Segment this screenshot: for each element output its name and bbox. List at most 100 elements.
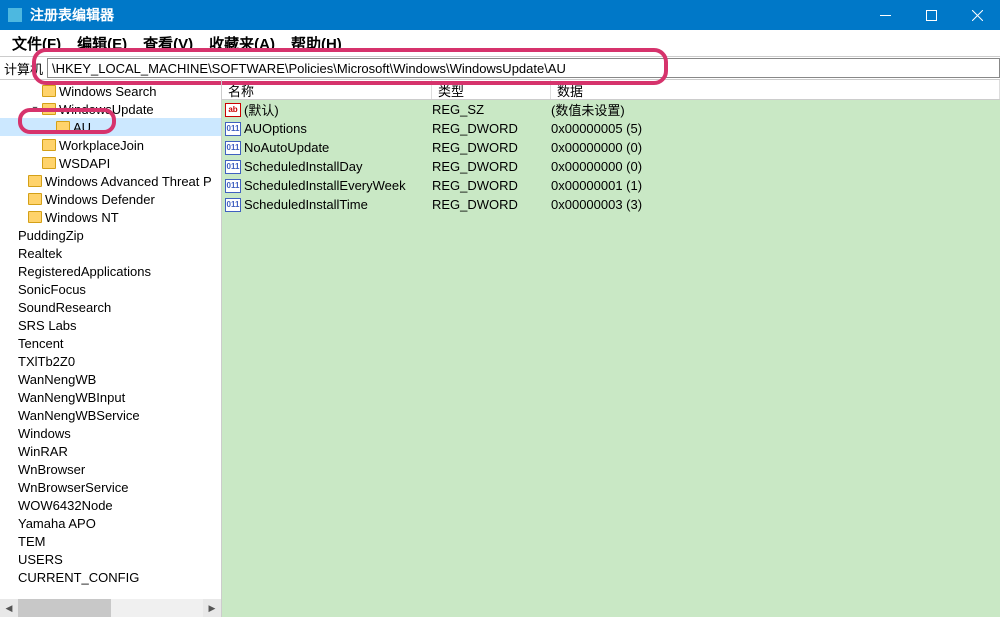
- value-name: NoAutoUpdate: [244, 140, 432, 155]
- registry-value-row[interactable]: 011NoAutoUpdateREG_DWORD0x00000000 (0): [222, 138, 1000, 157]
- tree-toggle-icon[interactable]: ▾: [28, 104, 42, 115]
- dword-value-icon: 011: [225, 141, 241, 155]
- tree-item-label: Yamaha APO: [18, 516, 96, 531]
- tree-item[interactable]: ▸RegisteredApplications: [0, 262, 221, 280]
- value-name: ScheduledInstallEveryWeek: [244, 178, 432, 193]
- value-data: 0x00000001 (1): [551, 178, 1000, 193]
- tree-item-label: SRS Labs: [18, 318, 77, 333]
- scroll-left-button[interactable]: ◀: [0, 599, 18, 617]
- maximize-button[interactable]: [908, 0, 954, 30]
- value-name: (默认): [244, 100, 432, 119]
- values-header: 名称 类型 数据: [222, 80, 1000, 100]
- tree-item[interactable]: ▸WorkplaceJoin: [0, 136, 221, 154]
- value-type: REG_DWORD: [432, 140, 551, 155]
- tree-item[interactable]: ▸Yamaha APO: [0, 514, 221, 532]
- tree-item[interactable]: ▸WnBrowser: [0, 460, 221, 478]
- tree-item[interactable]: ▸WinRAR: [0, 442, 221, 460]
- tree-item[interactable]: ▸Windows: [0, 424, 221, 442]
- address-input[interactable]: [47, 58, 1000, 78]
- tree-item[interactable]: ▸Windows Search: [0, 82, 221, 100]
- dword-value-icon: 011: [225, 160, 241, 174]
- tree-item-label: Windows Advanced Threat P: [45, 174, 212, 189]
- folder-icon: [42, 85, 56, 97]
- tree-item[interactable]: ▸Tencent: [0, 334, 221, 352]
- tree-item-label: WorkplaceJoin: [59, 138, 144, 153]
- value-data: 0x00000000 (0): [551, 159, 1000, 174]
- tree-item[interactable]: ▸SoundResearch: [0, 298, 221, 316]
- folder-icon: [42, 139, 56, 151]
- folder-icon: [28, 211, 42, 223]
- close-icon: [972, 10, 983, 21]
- value-data: 0x00000000 (0): [551, 140, 1000, 155]
- tree-item[interactable]: ▸WnBrowserService: [0, 478, 221, 496]
- window-controls: [862, 0, 1000, 30]
- tree-item[interactable]: ▸WanNengWB: [0, 370, 221, 388]
- window-title: 注册表编辑器: [30, 5, 862, 25]
- tree-item[interactable]: ▸WanNengWBService: [0, 406, 221, 424]
- registry-value-row[interactable]: 011ScheduledInstallEveryWeekREG_DWORD0x0…: [222, 176, 1000, 195]
- maximize-icon: [926, 10, 937, 21]
- menubar: 文件(F) 编辑(E) 查看(V) 收藏来(A) 帮助(H): [0, 30, 1000, 56]
- column-header-data[interactable]: 数据: [551, 80, 1000, 99]
- tree-item-label: PuddingZip: [18, 228, 84, 243]
- scroll-track[interactable]: [18, 599, 203, 617]
- tree-item[interactable]: ▸TXlTb2Z0: [0, 352, 221, 370]
- tree-scrollbar[interactable]: ◀ ▶: [0, 599, 221, 617]
- tree-item[interactable]: ▸WSDAPI: [0, 154, 221, 172]
- scroll-thumb[interactable]: [18, 599, 111, 617]
- tree-item[interactable]: ▸TEM: [0, 532, 221, 550]
- tree-item[interactable]: ▸Windows NT: [0, 208, 221, 226]
- main: ▸Windows Search▾WindowsUpdate▸AU▸Workpla…: [0, 80, 1000, 617]
- column-header-type[interactable]: 类型: [432, 80, 551, 99]
- dword-value-icon: 011: [225, 122, 241, 136]
- tree-item-label: WOW6432Node: [18, 498, 113, 513]
- folder-icon: [42, 157, 56, 169]
- close-button[interactable]: [954, 0, 1000, 30]
- scroll-right-button[interactable]: ▶: [203, 599, 221, 617]
- tree-item-label: SoundResearch: [18, 300, 111, 315]
- tree-item[interactable]: ▸Realtek: [0, 244, 221, 262]
- registry-value-row[interactable]: ab(默认)REG_SZ(数值未设置): [222, 100, 1000, 119]
- tree-item-label: Windows Defender: [45, 192, 155, 207]
- menu-favorites[interactable]: 收藏来(A): [201, 31, 283, 56]
- tree-item-label: TXlTb2Z0: [18, 354, 75, 369]
- tree-item[interactable]: ▸PuddingZip: [0, 226, 221, 244]
- values-pane: 名称 类型 数据 ab(默认)REG_SZ(数值未设置)011AUOptions…: [222, 80, 1000, 617]
- tree-item[interactable]: ▾WindowsUpdate: [0, 100, 221, 118]
- dword-value-icon: 011: [225, 198, 241, 212]
- registry-value-row[interactable]: 011AUOptionsREG_DWORD0x00000005 (5): [222, 119, 1000, 138]
- tree-item[interactable]: ▸SonicFocus: [0, 280, 221, 298]
- value-data: 0x00000003 (3): [551, 197, 1000, 212]
- tree-item[interactable]: ▸WOW6432Node: [0, 496, 221, 514]
- registry-value-row[interactable]: 011ScheduledInstallTimeREG_DWORD0x000000…: [222, 195, 1000, 214]
- menu-help[interactable]: 帮助(H): [283, 31, 350, 56]
- titlebar: 注册表编辑器: [0, 0, 1000, 30]
- tree-item-label: WSDAPI: [59, 156, 110, 171]
- registry-tree[interactable]: ▸Windows Search▾WindowsUpdate▸AU▸Workpla…: [0, 80, 222, 617]
- tree-item[interactable]: ▸USERS: [0, 550, 221, 568]
- value-name: AUOptions: [244, 121, 432, 136]
- menu-view[interactable]: 查看(V): [135, 31, 201, 56]
- app-icon: [8, 8, 22, 22]
- minimize-button[interactable]: [862, 0, 908, 30]
- folder-icon: [42, 103, 56, 115]
- menu-file[interactable]: 文件(F): [4, 31, 69, 56]
- tree-item[interactable]: ▸WanNengWBInput: [0, 388, 221, 406]
- value-type: REG_DWORD: [432, 121, 551, 136]
- string-value-icon: ab: [225, 103, 241, 117]
- tree-item[interactable]: ▸SRS Labs: [0, 316, 221, 334]
- tree-item-label: WanNengWBInput: [18, 390, 125, 405]
- addressbar-label: 计算机: [0, 59, 47, 78]
- tree-item-label: Windows: [18, 426, 71, 441]
- tree-item[interactable]: ▸Windows Advanced Threat P: [0, 172, 221, 190]
- tree-item[interactable]: ▸AU: [0, 118, 221, 136]
- tree-item[interactable]: ▸Windows Defender: [0, 190, 221, 208]
- tree-item[interactable]: ▸CURRENT_CONFIG: [0, 568, 221, 586]
- value-type: REG_DWORD: [432, 159, 551, 174]
- column-header-name[interactable]: 名称: [222, 80, 432, 99]
- tree-item-label: Windows Search: [59, 84, 157, 99]
- menu-edit[interactable]: 编辑(E): [69, 31, 135, 56]
- registry-value-row[interactable]: 011ScheduledInstallDayREG_DWORD0x0000000…: [222, 157, 1000, 176]
- tree-item-label: SonicFocus: [18, 282, 86, 297]
- folder-icon: [28, 175, 42, 187]
